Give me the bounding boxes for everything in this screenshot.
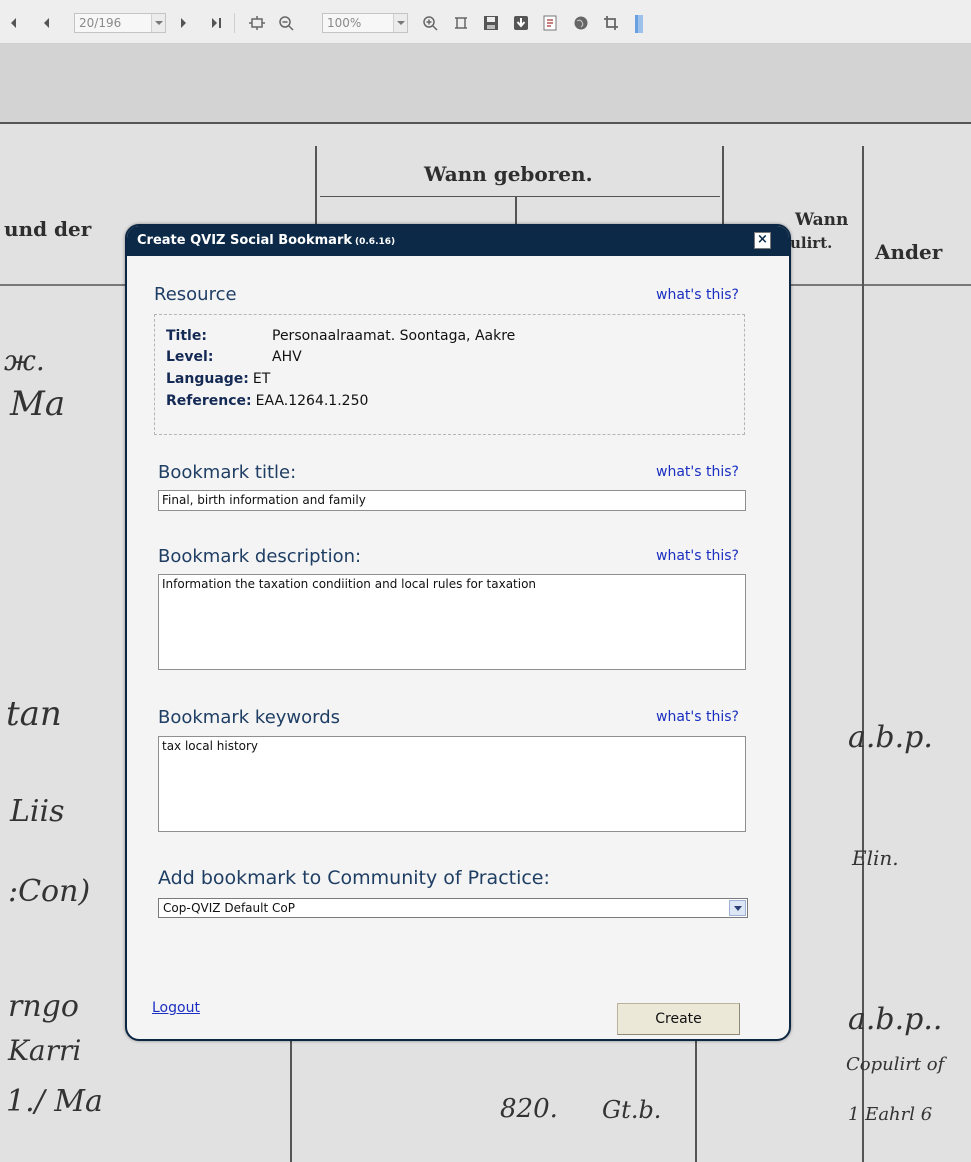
zoom-value: 100% bbox=[327, 16, 362, 30]
document-header-text: ulirt. bbox=[790, 234, 833, 252]
resource-heading: Resource bbox=[154, 284, 237, 305]
pdf-icon[interactable] bbox=[542, 15, 560, 31]
bookmark-keywords-label: Bookmark keywords bbox=[158, 707, 341, 728]
fit-width-icon[interactable] bbox=[452, 15, 470, 31]
next-page-icon[interactable] bbox=[178, 15, 190, 31]
document-top-area bbox=[0, 44, 971, 124]
dialog-titlebar: Create QVIZ Social Bookmark (0.6.16) × bbox=[127, 226, 789, 256]
close-icon: × bbox=[757, 232, 768, 247]
handwriting: Copulirt of bbox=[846, 1054, 945, 1075]
resource-language-row: Language: ET bbox=[166, 371, 270, 387]
bookmark-description-whats-this-link[interactable]: what's this? bbox=[656, 548, 739, 564]
resource-whats-this-link[interactable]: what's this? bbox=[656, 287, 756, 303]
zoom-in-icon[interactable] bbox=[422, 15, 440, 31]
download-icon[interactable] bbox=[512, 15, 530, 31]
crop-icon[interactable] bbox=[602, 15, 620, 31]
handwriting: 820. bbox=[500, 1094, 558, 1124]
handwriting: Gt.b. bbox=[602, 1096, 662, 1124]
page-number-select[interactable]: 20/196 bbox=[74, 13, 166, 33]
dialog-version: (0.6.16) bbox=[355, 237, 396, 247]
resource-level-row: Level: AHV bbox=[166, 349, 302, 365]
resource-reference-key: Reference: bbox=[166, 393, 252, 409]
dialog-title-text: Create QVIZ Social Bookmark bbox=[137, 233, 353, 248]
chevron-down-icon[interactable] bbox=[151, 14, 165, 32]
zoom-select[interactable]: 100% bbox=[322, 13, 408, 33]
bookmark-title-whats-this-link[interactable]: what's this? bbox=[656, 464, 739, 480]
bookmark-keywords-whats-this-link[interactable]: what's this? bbox=[656, 709, 739, 725]
resource-reference-row: Reference: EAA.1264.1.250 bbox=[166, 393, 368, 409]
handwriting: :Con) bbox=[8, 874, 91, 909]
save-icon[interactable] bbox=[482, 15, 500, 31]
handwriting: a.b.p. bbox=[848, 720, 933, 755]
resource-level-value: AHV bbox=[272, 349, 302, 365]
handwriting: rngo bbox=[8, 989, 79, 1024]
chevron-down-icon[interactable] bbox=[393, 14, 407, 32]
community-select[interactable]: Cop-QVIZ Default CoP bbox=[158, 898, 748, 918]
document-rule bbox=[320, 196, 720, 197]
handwriting: Elin. bbox=[852, 846, 899, 870]
prev-page-icon[interactable] bbox=[40, 15, 52, 31]
first-page-icon[interactable] bbox=[8, 15, 18, 31]
resource-level-key: Level: bbox=[166, 349, 214, 365]
bookmark-description-textarea[interactable]: Information the taxation condiition and … bbox=[158, 574, 746, 670]
resource-info-box: Title: Personaalraamat. Soontaga, Aakre L… bbox=[154, 314, 745, 435]
resource-language-value: ET bbox=[252, 371, 271, 387]
bookmark-dialog: Create QVIZ Social Bookmark (0.6.16) × Re… bbox=[125, 224, 791, 1041]
create-button[interactable]: Create bbox=[617, 1003, 740, 1035]
handwriting: ж. bbox=[4, 344, 45, 377]
last-page-icon[interactable] bbox=[210, 15, 224, 31]
handwriting: tan bbox=[6, 694, 62, 734]
resource-title-value: Personaalraamat. Soontaga, Aakre bbox=[272, 328, 516, 344]
document-header-text: und der bbox=[4, 217, 92, 241]
dialog-title: Create QVIZ Social Bookmark (0.6.16) bbox=[137, 233, 395, 248]
document-header-text: Wann geboren. bbox=[424, 162, 593, 186]
handwriting: 1 Eahrl 6 bbox=[848, 1104, 933, 1125]
resource-language-key: Language: bbox=[166, 371, 249, 387]
handwriting: Ma bbox=[10, 384, 66, 424]
handwriting: Karri bbox=[8, 1034, 82, 1067]
globe-icon[interactable] bbox=[572, 15, 590, 31]
resource-title-row: Title: Personaalraamat. Soontaga, Aakre bbox=[166, 328, 515, 344]
community-selected-value: Cop-QVIZ Default CoP bbox=[163, 901, 295, 915]
bookmark-title-input[interactable]: Final, birth information and family bbox=[158, 490, 746, 511]
handwriting: a.b.p.. bbox=[848, 1002, 943, 1037]
document-column-line bbox=[695, 1034, 697, 1162]
page-number-value: 20/196 bbox=[79, 16, 122, 30]
document-header-text: Ander bbox=[875, 240, 943, 264]
document-header-text: Wann bbox=[795, 210, 849, 230]
close-button[interactable]: × bbox=[754, 232, 771, 249]
chevron-down-icon[interactable] bbox=[729, 900, 746, 916]
community-label: Add bookmark to Community of Practice: bbox=[158, 867, 550, 889]
viewer-toolbar: 20/196 100% bbox=[0, 0, 971, 44]
handwriting: Liis bbox=[10, 794, 65, 829]
bookmark-title-label: Bookmark title: bbox=[158, 462, 297, 483]
document-rule bbox=[0, 122, 971, 124]
resource-reference-value: EAA.1264.1.250 bbox=[255, 393, 369, 409]
bookmark-keywords-textarea[interactable]: tax local history bbox=[158, 736, 746, 832]
resource-title-key: Title: bbox=[166, 328, 207, 344]
toolbar-divider bbox=[234, 13, 235, 33]
zoom-out-icon[interactable] bbox=[278, 15, 296, 31]
logout-link[interactable]: Logout bbox=[152, 1000, 200, 1016]
fit-page-icon[interactable] bbox=[248, 15, 266, 31]
handwriting: 1./ Ma bbox=[6, 1084, 103, 1119]
document-column-line bbox=[290, 1034, 292, 1162]
bookmark-description-label: Bookmark description: bbox=[158, 546, 362, 567]
bookmark-icon[interactable] bbox=[632, 15, 646, 33]
